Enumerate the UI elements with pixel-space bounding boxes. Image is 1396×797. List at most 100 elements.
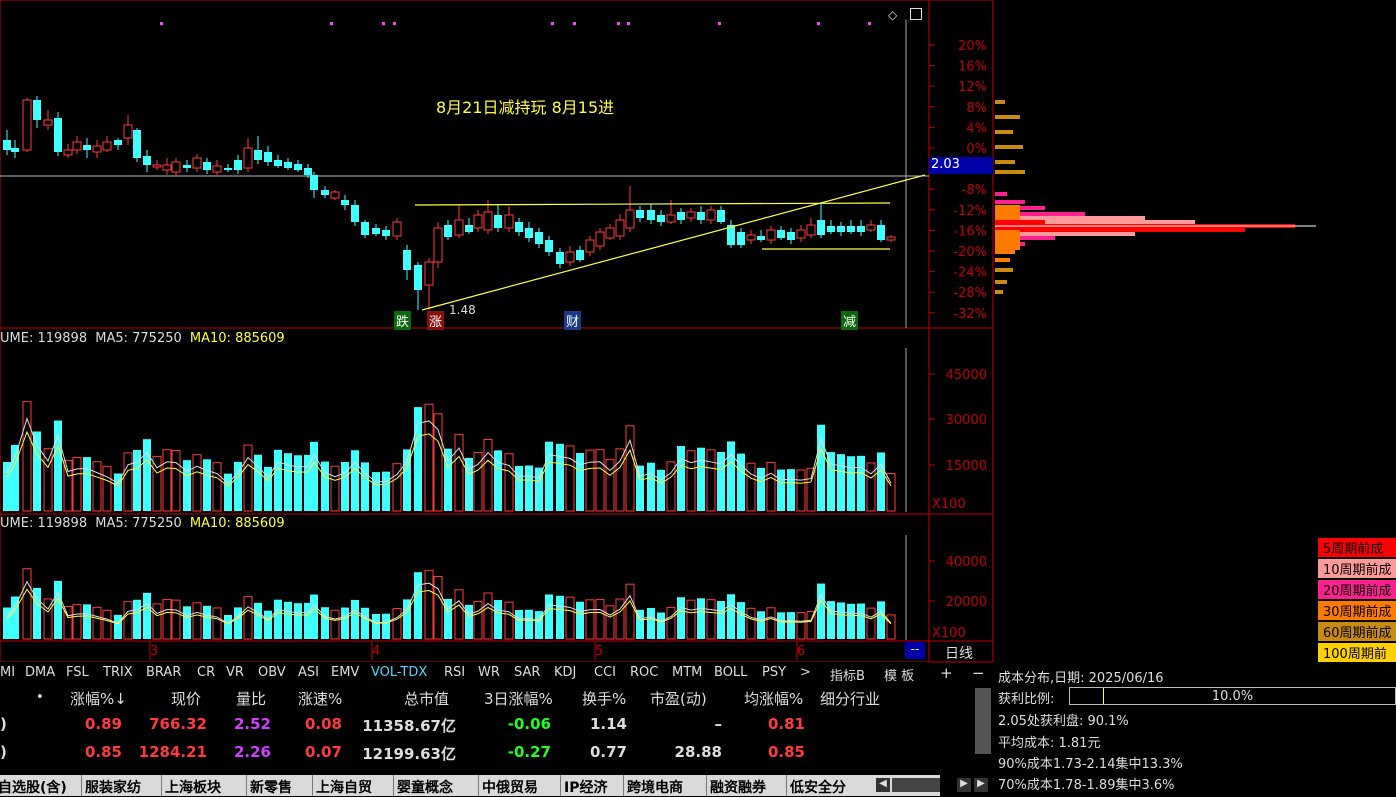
column-header-3[interactable]: 涨速%	[298, 688, 342, 709]
y-tick-label: -20%	[953, 245, 987, 260]
profit-label: 获利比例:	[998, 692, 1055, 707]
indicator-tab-6[interactable]: VR	[226, 665, 244, 680]
table-cell[interactable]: 766.32	[149, 715, 207, 733]
indicator-tab-10[interactable]: VOL-TDX	[371, 665, 427, 680]
column-header-8[interactable]: 均涨幅%	[744, 688, 803, 709]
marker-die[interactable]: 跌	[394, 311, 412, 330]
sector-tab-9[interactable]: 融资融券	[710, 777, 766, 797]
indicator-tab-1[interactable]: DMA	[25, 665, 55, 680]
y-tick-label: 45000	[946, 368, 987, 383]
sector-tab-6[interactable]: 中俄贸易	[482, 777, 538, 797]
table-cell[interactable]: 28.88	[675, 743, 722, 761]
table-cell[interactable]: 12199.63亿	[362, 743, 456, 764]
volume-bar	[321, 461, 329, 511]
volume-bar	[766, 607, 776, 640]
diamond-icon[interactable]: ◇	[888, 8, 897, 22]
period-plus-button[interactable]: +	[940, 664, 953, 682]
candle-body	[372, 228, 380, 234]
indicator-tab-4[interactable]: BRAR	[146, 665, 181, 680]
column-header-0[interactable]: 涨幅%↓	[70, 688, 127, 709]
tab-divider	[560, 775, 561, 796]
table-cell[interactable]: 1284.21	[139, 743, 207, 761]
table-cell[interactable]: -0.27	[508, 743, 551, 761]
table-cell[interactable]: 2.26	[234, 743, 271, 761]
indicator-tab-8[interactable]: ASI	[298, 665, 319, 680]
indicator-tab-20[interactable]: >	[800, 665, 811, 680]
candle-body	[576, 250, 584, 260]
table-cell[interactable]: 0.81	[768, 715, 805, 733]
table-cell[interactable]: -0.06	[508, 715, 551, 733]
marker-jian[interactable]: 减	[841, 311, 859, 330]
tab-scroll-left-button[interactable]: ◀	[876, 778, 890, 792]
table-cell[interactable]: 0.85	[768, 743, 805, 761]
indicator-tab-14[interactable]: KDJ	[554, 665, 576, 680]
sector-tab-3[interactable]: 新零售	[250, 777, 292, 797]
column-header-9[interactable]: 细分行业	[820, 688, 880, 709]
table-cell[interactable]: 0.77	[590, 743, 627, 761]
sector-tab-4[interactable]: 上海自贸	[316, 777, 372, 797]
period-minus-button[interactable]: −	[972, 664, 985, 682]
indicator-tab-16[interactable]: ROC	[630, 665, 658, 680]
volume-bar	[625, 583, 635, 640]
column-header-1[interactable]: 现价	[171, 688, 201, 709]
table-cell[interactable]: 0.89	[85, 715, 122, 733]
indicator-tab-7[interactable]: OBV	[258, 665, 286, 680]
candle-body	[133, 130, 141, 158]
volume-bar	[483, 592, 493, 640]
sector-tab-7[interactable]: IP经济	[564, 777, 607, 797]
signal-dot	[330, 22, 333, 25]
tab-scroll-prev-button[interactable]: ▶	[957, 778, 971, 792]
sector-tab-10[interactable]: 低安全分	[790, 777, 846, 797]
volume-bar	[866, 607, 876, 640]
volume-bar	[757, 467, 765, 511]
tab-scrollbar[interactable]	[892, 778, 940, 792]
column-header-4[interactable]: 总市值	[404, 688, 449, 709]
sector-tab-8[interactable]: 跨境电商	[627, 777, 683, 797]
column-header-6[interactable]: 换手%	[582, 688, 626, 709]
sector-tab-1[interactable]: 服装家纺	[85, 777, 141, 797]
period-indicator-box[interactable]: --	[905, 642, 925, 659]
volume-bar	[796, 469, 806, 512]
marker-zhang[interactable]: 涨	[427, 311, 445, 330]
indicator-tab-3[interactable]: TRIX	[103, 665, 133, 680]
candle-body	[806, 224, 816, 236]
table-cell[interactable]: 2.52	[234, 715, 271, 733]
indicator-tab-15[interactable]: CCI	[594, 665, 616, 680]
indicator-tab-18[interactable]: BOLL	[714, 665, 747, 680]
volume-bar	[727, 594, 735, 639]
sector-tab-2[interactable]: 上海板块	[165, 777, 221, 797]
table-cell[interactable]: 11358.67亿	[362, 715, 456, 736]
column-header-7[interactable]: 市盈(动)	[650, 688, 707, 709]
volume-bar	[224, 473, 232, 511]
month-label-4: 4	[372, 644, 381, 659]
table-cell[interactable]: –	[715, 715, 723, 733]
sector-tab-0[interactable]: 自选股(含)	[0, 777, 67, 797]
candle-body	[310, 175, 318, 190]
volume-bar	[284, 601, 292, 639]
period-label[interactable]: 日线	[945, 643, 973, 663]
marker-cai[interactable]: 财	[564, 311, 582, 330]
tab-scroll-next-button[interactable]: ▶	[974, 778, 988, 792]
sector-tab-5[interactable]: 婴童概念	[397, 777, 453, 797]
candle-body	[504, 214, 514, 229]
table-cell[interactable]: 0.07	[305, 743, 342, 761]
column-header-2[interactable]: 量比	[236, 688, 266, 709]
indicator-tab-22[interactable]: 模 板	[884, 665, 914, 684]
table-cell[interactable]: 0.08	[305, 715, 342, 733]
indicator-tab-17[interactable]: MTM	[672, 665, 702, 680]
table-cell[interactable]: 0.85	[85, 743, 122, 761]
indicator-tab-9[interactable]: EMV	[331, 665, 359, 680]
indicator-tab-5[interactable]: CR	[197, 665, 215, 680]
indicator-tab-0[interactable]: MI	[0, 665, 15, 680]
table-cell[interactable]: 1.14	[590, 715, 627, 733]
window-toggle-icon[interactable]	[910, 8, 922, 20]
indicator-tab-11[interactable]: RSI	[444, 665, 465, 680]
table-scrollbar[interactable]	[975, 688, 991, 754]
column-header-5[interactable]: 3日涨幅%	[484, 688, 553, 709]
indicator-tab-12[interactable]: WR	[478, 665, 500, 680]
indicator-tab-19[interactable]: PSY	[762, 665, 786, 680]
indicator-tab-2[interactable]: FSL	[66, 665, 89, 680]
indicator-tab-21[interactable]: 指标B	[830, 665, 865, 684]
indicator-tab-13[interactable]: SAR	[514, 665, 540, 680]
candle-body	[737, 232, 745, 245]
